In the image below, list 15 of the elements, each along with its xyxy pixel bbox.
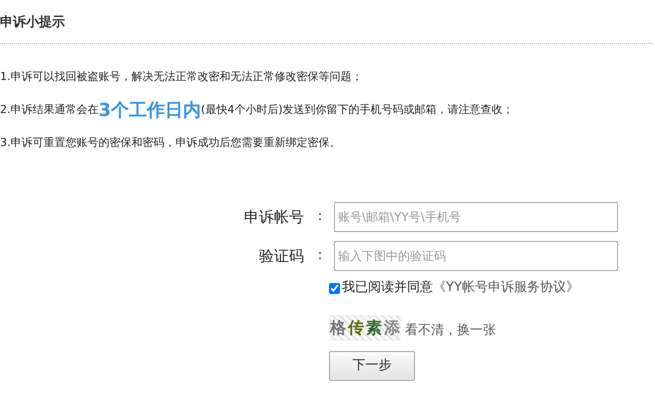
section-title: 申诉小提示: [0, 15, 65, 30]
refresh-captcha-link[interactable]: 看不清，换一张: [405, 320, 496, 340]
colon: ：: [312, 208, 328, 226]
field-label: 申诉帐号: [243, 206, 305, 228]
input-field[interactable]: 输入下图中的验证码: [334, 241, 618, 271]
input-field[interactable]: 账号\邮箱\YY号\手机号: [334, 202, 618, 232]
captcha-image: 格传素添: [329, 315, 401, 341]
tip-text: 1.申诉可以找回被盗账号，解决无法正常改密和无法正常修改密保等问题；: [0, 68, 364, 85]
tip-text: 3.申诉可重置您账号的密保和密码，申诉成功后您需要重新绑定密保。: [0, 134, 342, 151]
next-step-button[interactable]: 下一步: [329, 351, 415, 381]
agreement-link[interactable]: 《YY帐号申诉服务协议》: [433, 278, 579, 298]
field-label: 验证码: [258, 246, 305, 267]
colon: ：: [312, 247, 328, 266]
agree-checkbox[interactable]: [329, 282, 340, 294]
agreement-text: 我已阅读并同意: [342, 279, 433, 298]
